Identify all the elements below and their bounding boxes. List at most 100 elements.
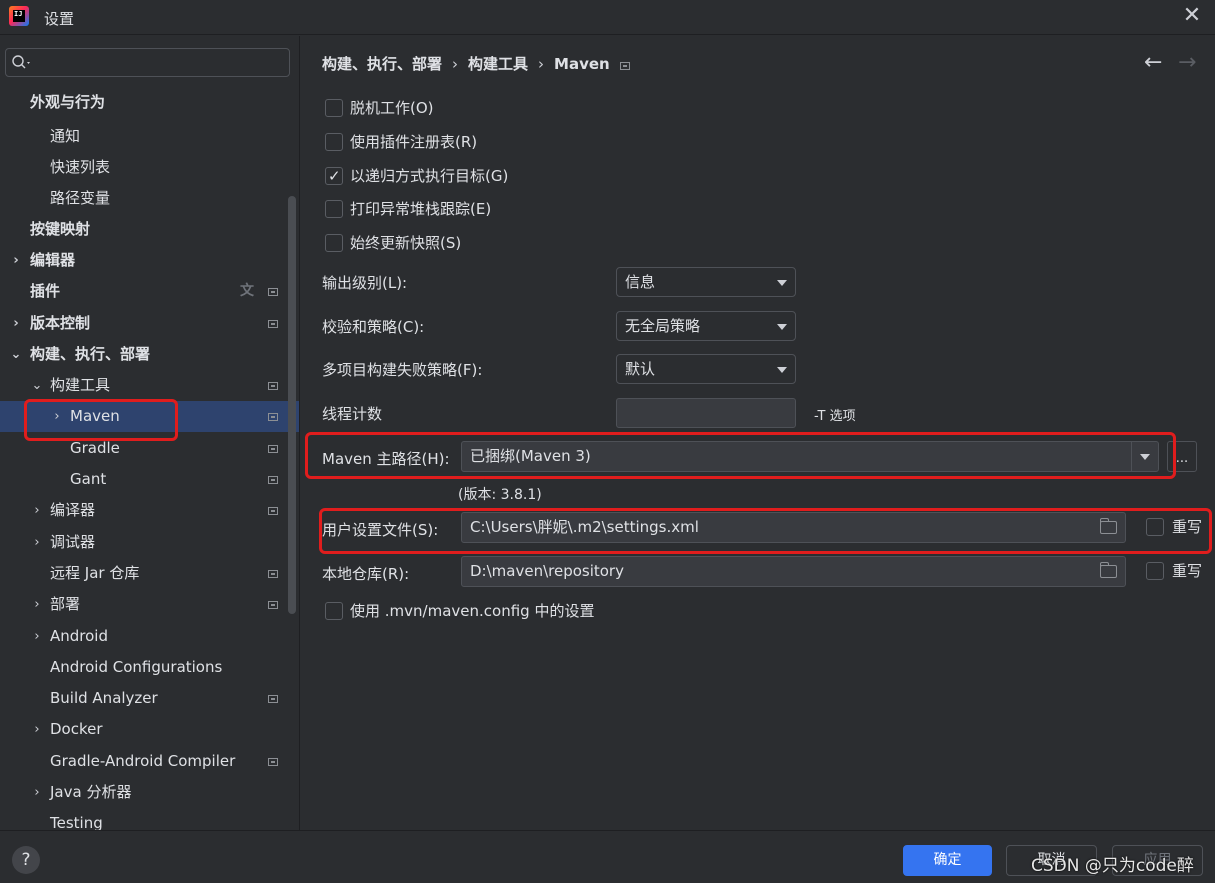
checkbox[interactable]	[325, 234, 343, 252]
breadcrumb-build-execution-deployment[interactable]: 构建、执行、部署	[322, 55, 442, 73]
search-input[interactable]	[42, 53, 282, 73]
multiproject-fail-policy-label: 多项目构建失败策略(F):	[322, 361, 483, 379]
sidebar-item-label: 构建、执行、部署	[30, 345, 151, 363]
sidebar-item-label: Build Analyzer	[50, 689, 158, 707]
sidebar-item-android[interactable]: › Android	[0, 621, 299, 652]
checksum-policy-value: 无全局策略	[625, 317, 701, 335]
project-level-icon	[268, 382, 278, 390]
chevron-right-icon[interactable]: ›	[31, 621, 43, 652]
sidebar-item-plugins[interactable]: 插件 文	[0, 276, 299, 307]
project-level-icon	[268, 476, 278, 484]
chevron-down-icon[interactable]: ⌄	[10, 339, 22, 370]
multiproject-fail-policy-select[interactable]: 默认	[616, 354, 796, 384]
thread-count-input[interactable]	[616, 398, 796, 428]
checkbox-label: 始终更新快照(S)	[350, 234, 462, 252]
sidebar-item-label: Testing	[50, 814, 103, 830]
sidebar-item-appearance[interactable]: 外观与行为	[0, 87, 299, 118]
sidebar-item-deployment[interactable]: › 部署	[0, 589, 299, 620]
sidebar-item-label: 构建工具	[50, 376, 111, 394]
sidebar-item-label: Android Configurations	[50, 658, 223, 676]
breadcrumb-build-tools[interactable]: 构建工具	[468, 55, 528, 73]
checkbox[interactable]	[1146, 562, 1164, 580]
sidebar-item-label: Android	[50, 627, 108, 645]
maven-version-text: (版本: 3.8.1)	[458, 487, 542, 503]
project-level-icon	[268, 288, 278, 296]
project-level-icon	[268, 445, 278, 453]
sidebar-item-label: 通知	[50, 127, 81, 145]
chevron-right-icon[interactable]: ›	[10, 245, 22, 276]
checkbox[interactable]	[325, 133, 343, 151]
sidebar-item-testing[interactable]: Testing	[0, 808, 299, 830]
sidebar-item-android-configurations[interactable]: Android Configurations	[0, 652, 299, 683]
sidebar-item-docker[interactable]: › Docker	[0, 714, 299, 745]
watermark-text: CSDN @只为code醉	[1031, 856, 1194, 876]
close-icon[interactable]: ✕	[1181, 5, 1203, 27]
chevron-right-icon[interactable]: ›	[10, 308, 22, 339]
sidebar-item-build-tools[interactable]: ⌄ 构建工具	[0, 370, 299, 401]
sidebar-item-remote-jar-repos[interactable]: 远程 Jar 仓库	[0, 558, 299, 589]
sidebar-item-label: 编译器	[50, 501, 96, 519]
chevron-down-icon[interactable]: ⌄	[31, 370, 43, 401]
project-level-icon	[619, 62, 630, 70]
sidebar-item-compiler[interactable]: › 编译器	[0, 495, 299, 526]
dropdown-arrow-icon	[777, 367, 787, 373]
sidebar-item-build-execution-deployment[interactable]: ⌄ 构建、执行、部署	[0, 339, 299, 370]
sidebar-item-keymap[interactable]: 按键映射	[0, 214, 299, 245]
annotation-box-user-settings	[319, 508, 1212, 554]
checksum-policy-select[interactable]: 无全局策略	[616, 311, 796, 341]
sidebar-item-label: Java 分析器	[50, 783, 132, 801]
annotation-box-maven-home	[305, 432, 1176, 479]
checkbox[interactable]	[325, 602, 343, 620]
sidebar-item-gant[interactable]: Gant	[0, 464, 299, 495]
local-repo-input[interactable]: D:\maven\repository	[461, 556, 1126, 587]
thread-count-hint: -T 选项	[814, 409, 856, 424]
checkbox[interactable]	[325, 99, 343, 117]
annotation-box-maven	[24, 399, 178, 441]
breadcrumb-maven: Maven	[554, 55, 610, 73]
chevron-right-icon[interactable]: ›	[31, 527, 43, 558]
chevron-right-icon[interactable]: ›	[31, 495, 43, 526]
search-icon	[12, 55, 30, 69]
output-level-value: 信息	[625, 273, 656, 291]
sidebar-item-notifications[interactable]: 通知	[0, 121, 299, 152]
sidebar-item-quick-lists[interactable]: 快速列表	[0, 152, 299, 183]
sidebar-item-java-profiler[interactable]: › Java 分析器	[0, 777, 299, 808]
ok-button[interactable]: 确定	[903, 845, 992, 876]
window-title: 设置	[44, 10, 75, 28]
checkbox[interactable]	[325, 200, 343, 218]
project-level-icon	[268, 507, 278, 515]
sidebar-item-version-control[interactable]: › 版本控制	[0, 308, 299, 339]
breadcrumb: 构建、执行、部署 › 构建工具 › Maven	[322, 53, 640, 75]
sidebar-item-label: 插件	[30, 282, 61, 300]
thread-count-label: 线程计数	[322, 405, 383, 423]
translate-icon: 文	[240, 283, 254, 299]
sidebar-item-build-analyzer[interactable]: Build Analyzer	[0, 683, 299, 714]
output-level-select[interactable]: 信息	[616, 267, 796, 297]
sidebar-item-label: 调试器	[50, 533, 96, 551]
sidebar-item-debugger[interactable]: › 调试器	[0, 527, 299, 558]
checkbox-label: 使用插件注册表(R)	[350, 133, 478, 151]
sidebar-item-editor[interactable]: › 编辑器	[0, 245, 299, 276]
checksum-policy-label: 校验和策略(C):	[322, 318, 425, 336]
checkbox-label: 以递归方式执行目标(G)	[350, 167, 509, 185]
project-level-icon	[268, 570, 278, 578]
back-arrow-icon[interactable]: ←	[1144, 50, 1162, 75]
forward-arrow-icon[interactable]: →	[1178, 50, 1196, 75]
local-repo-value: D:\maven\repository	[470, 562, 624, 580]
sidebar-scrollbar[interactable]	[288, 196, 296, 614]
sidebar-item-label: 快速列表	[50, 158, 111, 176]
title-bar: IJ 设置 ✕	[0, 0, 1215, 35]
checkbox-label: 重写	[1172, 562, 1203, 580]
help-button[interactable]: ?	[12, 846, 40, 874]
chevron-right-icon[interactable]: ›	[31, 714, 43, 745]
multiproject-fail-policy-value: 默认	[625, 360, 656, 378]
chevron-right-icon[interactable]: ›	[31, 589, 43, 620]
folder-icon[interactable]	[1100, 562, 1117, 578]
sidebar-item-gradle-android-compiler[interactable]: Gradle-Android Compiler	[0, 746, 299, 777]
checkbox[interactable]	[325, 166, 343, 186]
checkbox-label: 打印异常堆栈跟踪(E)	[350, 200, 492, 218]
project-level-icon	[268, 758, 278, 766]
chevron-right-icon[interactable]: ›	[31, 777, 43, 808]
search-field[interactable]	[5, 48, 290, 77]
sidebar-item-path-variables[interactable]: 路径变量	[0, 183, 299, 214]
